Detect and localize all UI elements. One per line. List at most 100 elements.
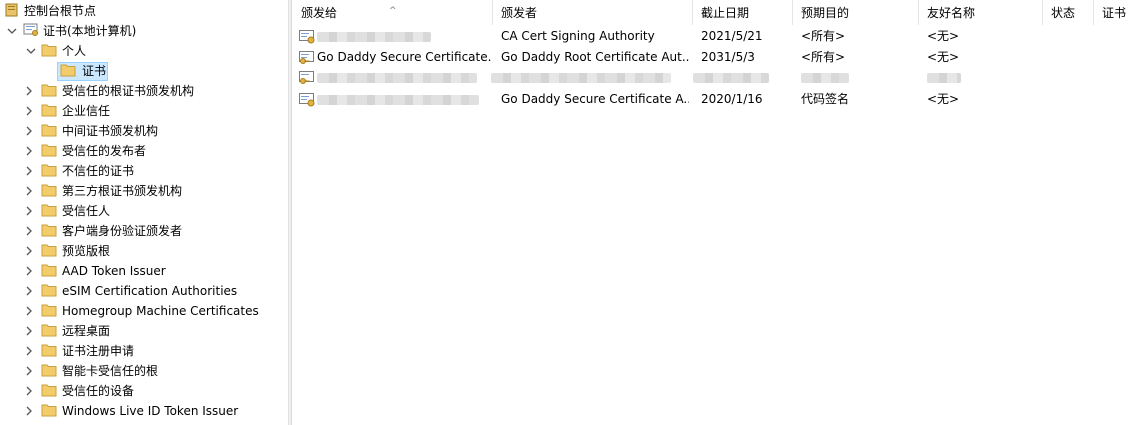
column-header-intended-purposes[interactable]: 预期目的 xyxy=(793,0,919,25)
tree-label: 证书(本地计算机) xyxy=(43,24,137,38)
tree-node-personal-certificates[interactable]: 证书 xyxy=(0,61,288,81)
folder-icon xyxy=(41,263,57,277)
folder-icon xyxy=(41,343,57,357)
tree-node-store[interactable]: 预览版根 xyxy=(0,241,288,261)
issued-by-cell: Go Daddy Root Certificate Aut... xyxy=(501,50,689,64)
chevron-right-icon[interactable] xyxy=(24,86,34,96)
tree-node-store[interactable]: Windows Live ID Token Issuer xyxy=(0,401,288,421)
tree-node-store[interactable]: 远程桌面 xyxy=(0,321,288,341)
pane-splitter[interactable] xyxy=(288,0,292,425)
column-header-friendly-name[interactable]: 友好名称 xyxy=(919,0,1043,25)
folder-icon xyxy=(41,143,57,157)
tree-label: 受信任的发布者 xyxy=(62,144,147,158)
chevron-down-icon[interactable] xyxy=(26,46,36,56)
chevron-right-icon[interactable] xyxy=(24,326,34,336)
column-header-label: 友好名称 xyxy=(927,6,976,20)
chevron-right-icon[interactable] xyxy=(24,166,34,176)
console-tree: 控制台根节点 证书(本地计算机) 个人 证书 受信任的根证书颁发机构 企业信任中间… xyxy=(0,0,288,425)
tree-label: 远程桌面 xyxy=(62,324,111,338)
chevron-right-icon[interactable] xyxy=(24,386,34,396)
tree-node-store[interactable]: 智能卡受信任的根 xyxy=(0,361,288,381)
friendly-name-cell: <无> xyxy=(927,29,960,43)
chevron-right-icon[interactable] xyxy=(24,106,34,116)
folder-icon xyxy=(41,383,57,397)
table-row[interactable]: Go Daddy Secure Certificate A... 2020/1/… xyxy=(293,89,1130,109)
tree-label: 第三方根证书颁发机构 xyxy=(62,184,183,198)
chevron-right-icon[interactable] xyxy=(24,126,34,136)
column-header-issued-to[interactable]: ^ 颁发给 xyxy=(293,0,493,25)
tree-node-store[interactable]: 不信任的证书 xyxy=(0,161,288,181)
column-header-label: 预期目的 xyxy=(801,6,850,20)
tree-node-personal[interactable]: 个人 xyxy=(0,41,288,61)
tree-node-store[interactable]: Homegroup Machine Certificates xyxy=(0,301,288,321)
redacted-text xyxy=(693,73,769,83)
column-header-label: 截止日期 xyxy=(701,6,750,20)
certificate-list: ^ 颁发给 颁发者 截止日期 预期目的 友好名称 状态 证书 CA Cert S… xyxy=(293,0,1130,425)
tree-node-console-root[interactable]: 控制台根节点 xyxy=(0,1,288,21)
chevron-right-icon[interactable] xyxy=(24,186,34,196)
chevron-right-icon[interactable] xyxy=(24,366,34,376)
certificate-icon xyxy=(299,28,315,44)
chevron-right-icon[interactable] xyxy=(24,346,34,356)
table-row[interactable]: Go Daddy Secure Certificate... Go Daddy … xyxy=(293,47,1130,67)
purposes-cell: <所有> xyxy=(801,29,846,43)
tree-label: 中间证书颁发机构 xyxy=(62,124,159,138)
tree-node-store[interactable]: AAD Token Issuer xyxy=(0,261,288,281)
certificate-key-icon xyxy=(299,49,315,65)
chevron-right-icon[interactable] xyxy=(24,146,34,156)
tree-node-certificates-local-computer[interactable]: 证书(本地计算机) xyxy=(0,21,288,41)
chevron-right-icon[interactable] xyxy=(24,286,34,296)
tree-node-store[interactable]: 受信任的发布者 xyxy=(0,141,288,161)
tree-label: AAD Token Issuer xyxy=(62,264,166,278)
column-header-status[interactable]: 状态 xyxy=(1043,0,1094,25)
chevron-right-icon[interactable] xyxy=(24,406,34,416)
folder-icon xyxy=(41,243,57,257)
table-row[interactable] xyxy=(293,67,1130,87)
redacted-text xyxy=(317,73,477,83)
folder-icon xyxy=(41,403,57,417)
chevron-right-icon[interactable] xyxy=(24,306,34,316)
folder-icon xyxy=(41,323,57,337)
tree-label: 不信任的证书 xyxy=(62,164,135,178)
issued-by-cell: Go Daddy Secure Certificate A... xyxy=(501,92,689,106)
chevron-right-icon[interactable] xyxy=(24,206,34,216)
tree-node-store[interactable]: 受信任的设备 xyxy=(0,381,288,401)
certificate-key-icon xyxy=(299,69,315,85)
tree-node-store[interactable]: 受信任人 xyxy=(0,201,288,221)
table-row[interactable]: CA Cert Signing Authority 2021/5/21 <所有>… xyxy=(293,26,1130,46)
folder-icon xyxy=(41,303,57,317)
tree-node-store[interactable]: 中间证书颁发机构 xyxy=(0,121,288,141)
tree-label: 个人 xyxy=(62,44,87,58)
column-header-expiration[interactable]: 截止日期 xyxy=(693,0,793,25)
tree-node-store[interactable]: 客户端身份验证颁发者 xyxy=(0,221,288,241)
chevron-right-icon[interactable] xyxy=(24,266,34,276)
chevron-down-icon[interactable] xyxy=(7,26,17,36)
folder-icon xyxy=(41,123,57,137)
redacted-text xyxy=(317,32,431,42)
tree-label: Homegroup Machine Certificates xyxy=(62,304,259,318)
tree-node-store[interactable]: 企业信任 xyxy=(0,101,288,121)
redacted-text xyxy=(491,73,671,83)
friendly-name-cell: <无> xyxy=(927,50,960,64)
purposes-cell: 代码签名 xyxy=(801,92,850,106)
column-header-issued-by[interactable]: 颁发者 xyxy=(493,0,693,25)
tree-label: eSIM Certification Authorities xyxy=(62,284,238,298)
folder-icon xyxy=(41,183,57,197)
column-header-label: 颁发者 xyxy=(501,6,538,20)
column-header-certificate-template[interactable]: 证书 xyxy=(1094,0,1130,25)
chevron-right-icon[interactable] xyxy=(24,246,34,256)
tree-label: 受信任的根证书颁发机构 xyxy=(62,84,195,98)
chevron-right-icon[interactable] xyxy=(24,226,34,236)
expiration-cell: 2020/1/16 xyxy=(701,92,763,106)
tree-label: 企业信任 xyxy=(62,104,111,118)
tree-node-store[interactable]: 受信任的根证书颁发机构 xyxy=(0,81,288,101)
tree-node-store[interactable]: 第三方根证书颁发机构 xyxy=(0,181,288,201)
folder-icon xyxy=(41,223,57,237)
sort-arrow-icon: ^ xyxy=(389,6,397,16)
purposes-cell: <所有> xyxy=(801,50,846,64)
folder-icon xyxy=(41,203,57,217)
tree-label: 证书注册申请 xyxy=(62,344,135,358)
tree-label: 受信任人 xyxy=(62,204,111,218)
tree-node-store[interactable]: 证书注册申请 xyxy=(0,341,288,361)
tree-node-store[interactable]: eSIM Certification Authorities xyxy=(0,281,288,301)
